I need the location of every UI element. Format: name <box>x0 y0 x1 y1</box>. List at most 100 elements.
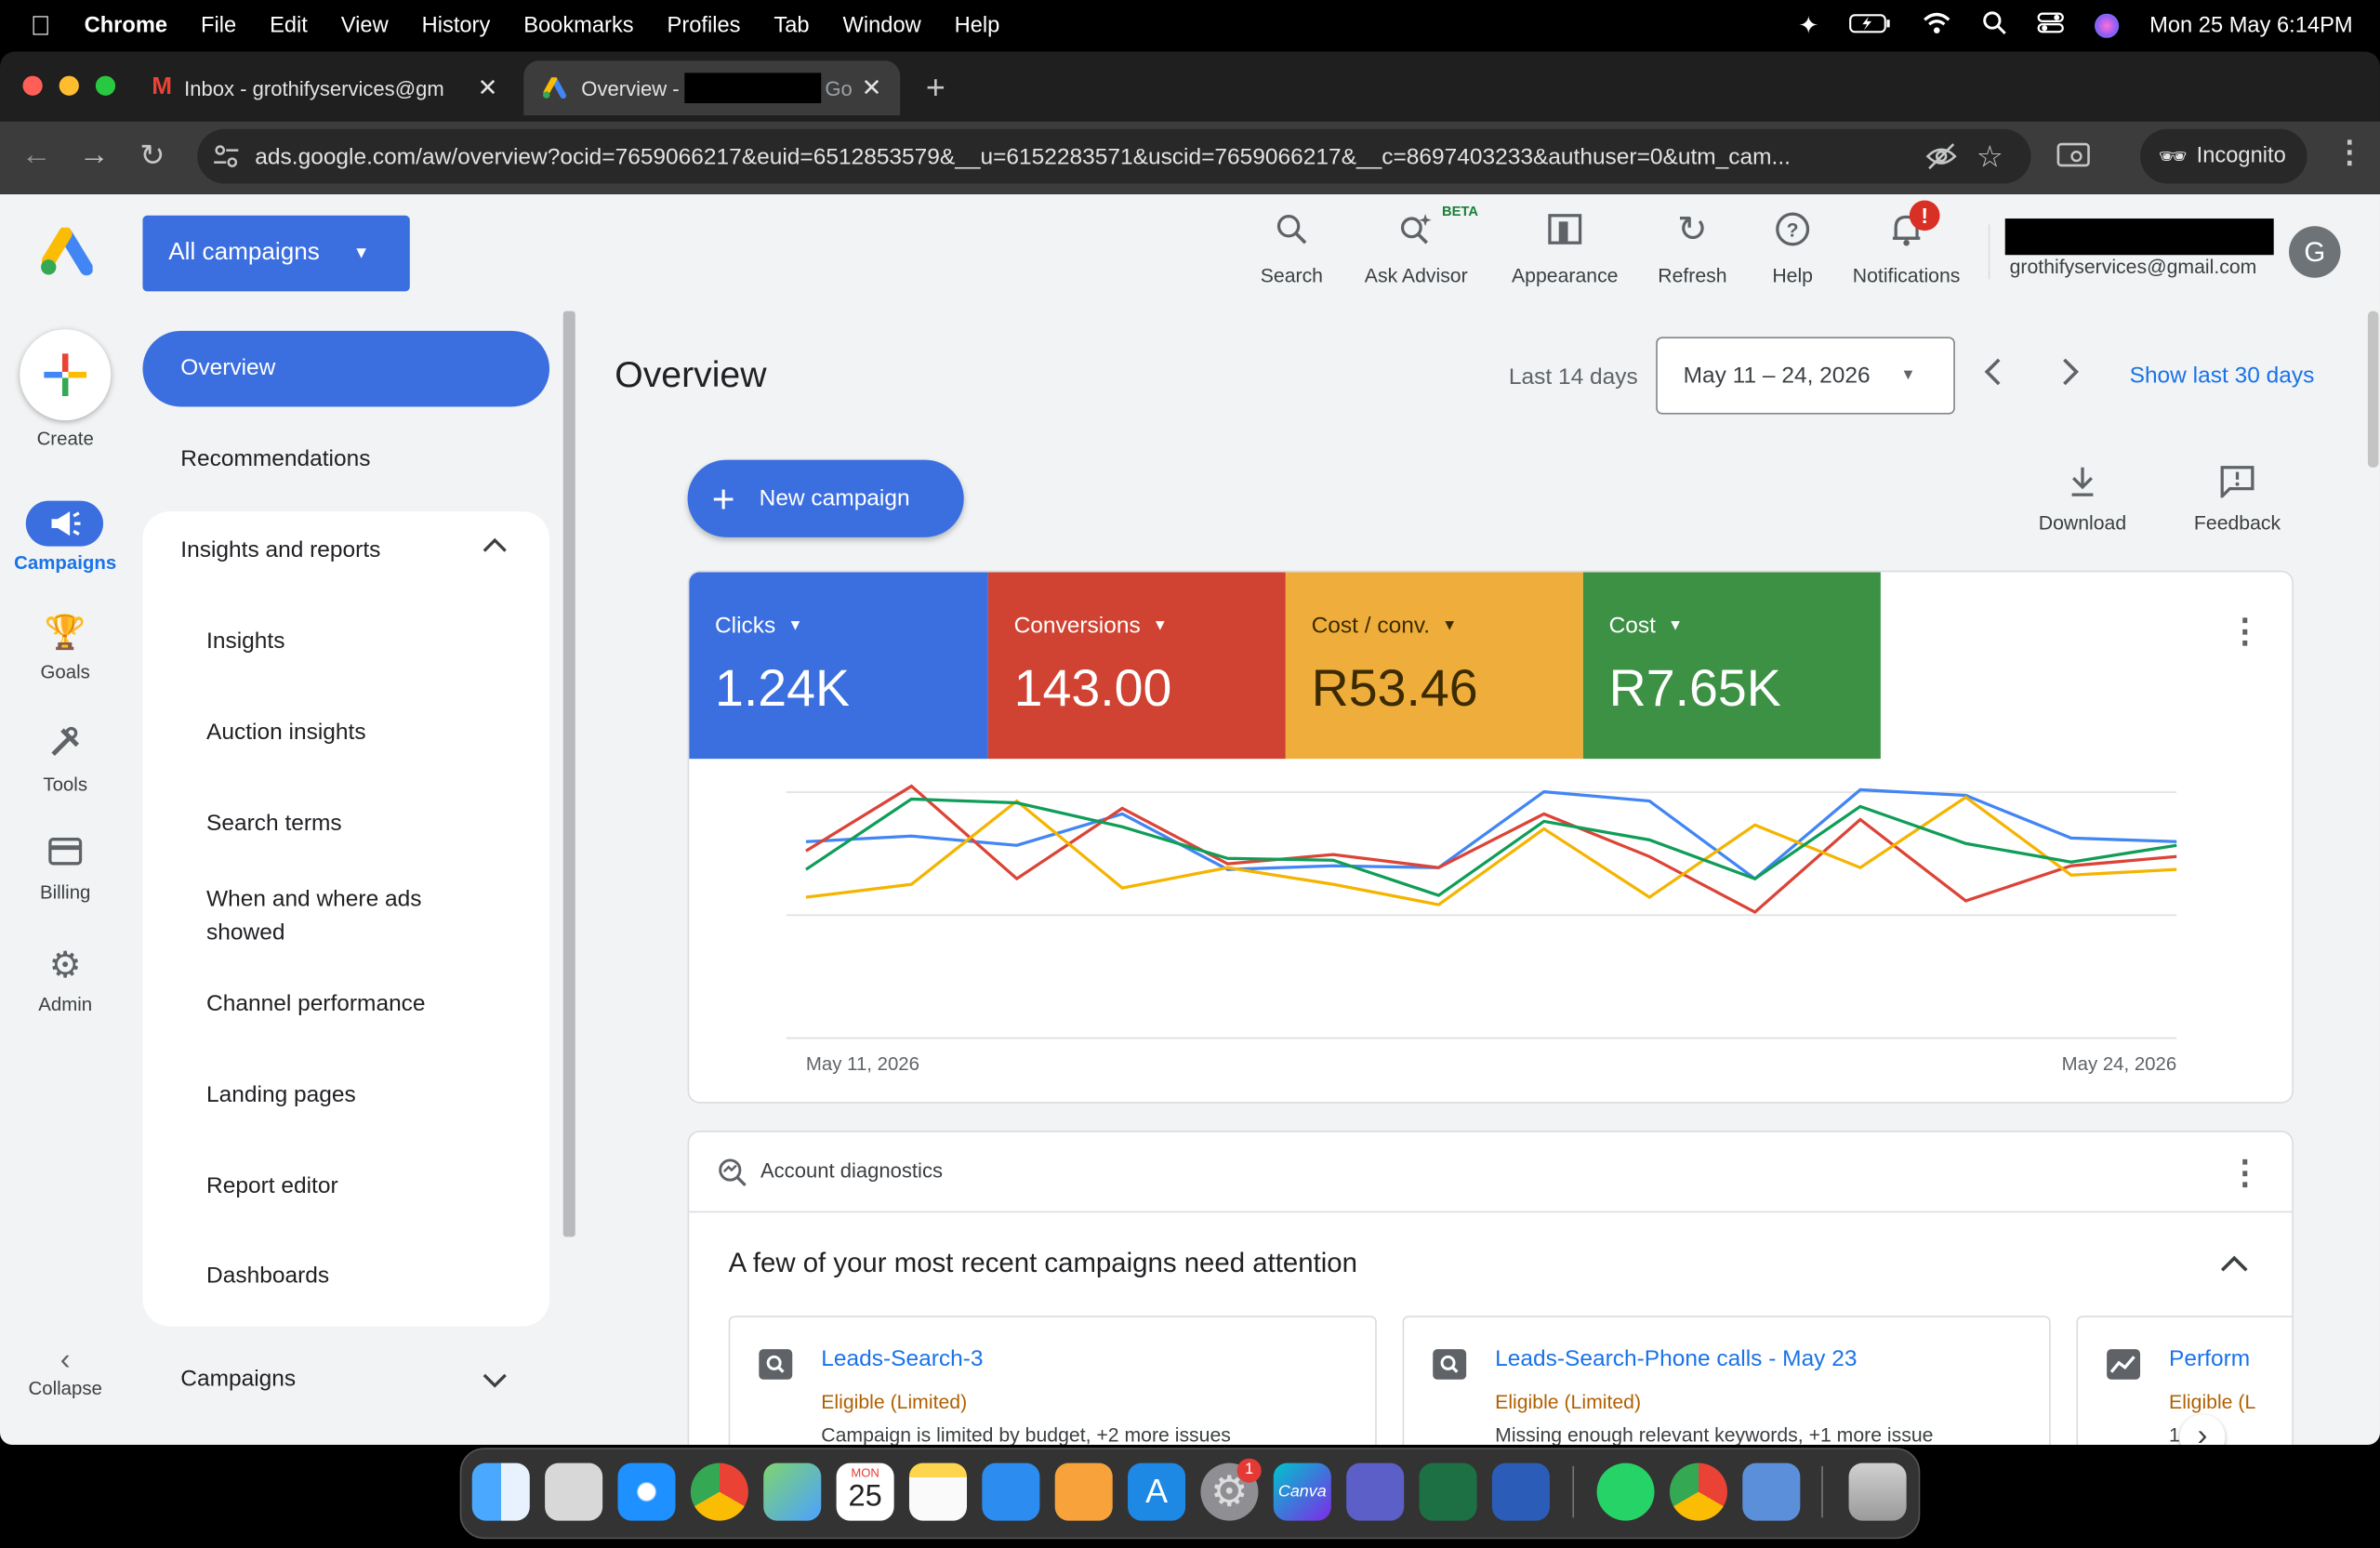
trash-icon[interactable] <box>1848 1462 1907 1521</box>
google-ads-logo-icon[interactable] <box>38 227 93 276</box>
new-tab-button[interactable]: + <box>907 60 963 115</box>
nav-campaigns[interactable]: Campaigns <box>180 1366 296 1392</box>
campaign-issue-card[interactable]: Leads-Search-Phone calls - May 23 Eligib… <box>1402 1316 2051 1445</box>
window-minimize-button[interactable] <box>59 75 79 96</box>
chevron-up-icon[interactable] <box>482 535 509 562</box>
chrome-incognito-icon[interactable] <box>1669 1462 1727 1521</box>
finder-icon[interactable] <box>471 1462 530 1521</box>
battery-icon[interactable] <box>1849 12 1892 39</box>
whatsapp-icon[interactable] <box>1596 1462 1655 1521</box>
chrome-menu-icon[interactable]: ⋮ <box>2334 134 2365 172</box>
excel-icon[interactable] <box>1419 1462 1477 1521</box>
incognito-indicator[interactable]: 🕶 Incognito <box>2140 128 2307 184</box>
nav-insights-and-reports[interactable]: Insights and reports <box>180 537 380 563</box>
sparkle-icon[interactable]: ✦ <box>1798 10 1818 41</box>
nav-dashboards[interactable]: Dashboards <box>206 1263 329 1289</box>
tab-close-icon[interactable]: ✕ <box>478 73 498 103</box>
nav-landing-pages[interactable]: Landing pages <box>206 1082 356 1108</box>
campaign-name-link[interactable]: Perform <box>2169 1346 2250 1372</box>
forward-icon[interactable]: → <box>79 139 110 174</box>
search-button[interactable]: Search <box>1231 206 1353 287</box>
siri-icon[interactable] <box>2095 13 2120 38</box>
metric-cost[interactable]: Cost ▼ R7.65K <box>1582 572 1881 760</box>
billing-rail-item[interactable]: Billing <box>0 835 130 903</box>
tab-overview[interactable]: Overview - Go ✕ <box>523 60 901 116</box>
menu-history[interactable]: History <box>422 14 491 38</box>
nav-search-terms[interactable]: Search terms <box>206 811 342 837</box>
metric-cost-per-conversion[interactable]: Cost / conv. ▼ R53.46 <box>1285 572 1583 760</box>
calendar-icon[interactable]: MON 25 <box>836 1462 894 1521</box>
app-store-icon[interactable]: A <box>1128 1462 1186 1521</box>
menu-bookmarks[interactable]: Bookmarks <box>523 14 633 38</box>
next-period-icon[interactable] <box>2060 355 2082 396</box>
window-zoom-button[interactable] <box>95 75 116 96</box>
window-close-button[interactable] <box>22 75 43 96</box>
menu-profiles[interactable]: Profiles <box>668 14 741 38</box>
keynote-icon[interactable] <box>982 1462 1040 1521</box>
notes-icon[interactable] <box>908 1462 967 1521</box>
nav-report-editor[interactable]: Report editor <box>206 1173 338 1199</box>
goals-rail-item[interactable]: 🏆 Goals <box>0 613 130 682</box>
nav-scrollbar[interactable] <box>562 311 575 1237</box>
chevron-up-icon[interactable] <box>2219 1253 2250 1280</box>
create-button[interactable] <box>20 329 112 421</box>
menu-app-name[interactable]: Chrome <box>85 14 167 38</box>
series-line-cost-conv[interactable] <box>805 795 2177 906</box>
tab-inbox[interactable]: M Inbox - grothifyservices@gm ✕ <box>134 60 516 115</box>
previous-period-icon[interactable] <box>1982 355 2003 396</box>
metric-conversions[interactable]: Conversions ▼ 143.00 <box>987 572 1286 760</box>
metric-clicks[interactable]: Clicks ▼ 1.24K <box>689 572 988 760</box>
menu-view[interactable]: View <box>341 14 389 38</box>
apple-icon[interactable]:  <box>31 10 51 42</box>
collapse-button[interactable]: ‹ Collapse <box>0 1343 130 1399</box>
nav-insights[interactable]: Insights <box>206 628 284 655</box>
nav-when-where-ads-showed[interactable]: When and where ads showed <box>206 883 465 950</box>
control-center-icon[interactable] <box>2037 10 2065 41</box>
teams-icon[interactable] <box>1346 1462 1405 1521</box>
word-icon[interactable] <box>1491 1462 1550 1521</box>
page-scrollbar[interactable] <box>2367 311 2379 468</box>
feedback-button[interactable]: Feedback <box>2183 464 2293 535</box>
maps-icon[interactable] <box>763 1462 822 1521</box>
chrome-icon[interactable] <box>690 1462 748 1521</box>
help-button[interactable]: ? Help <box>1732 206 1854 287</box>
show-last-30-days-link[interactable]: Show last 30 days <box>2130 363 2315 389</box>
launchpad-icon[interactable] <box>545 1462 603 1521</box>
tab-close-icon[interactable]: ✕ <box>862 73 882 103</box>
nav-auction-insights[interactable]: Auction insights <box>206 720 366 746</box>
nav-overview[interactable]: Overview <box>142 330 550 407</box>
menu-help[interactable]: Help <box>955 14 1000 38</box>
pages-icon[interactable] <box>1054 1462 1113 1521</box>
menu-edit[interactable]: Edit <box>270 14 308 38</box>
reload-icon[interactable]: ↻ <box>139 137 165 175</box>
new-campaign-button[interactable]: + New campaign <box>687 459 964 537</box>
campaigns-rail-pill[interactable] <box>25 500 104 547</box>
spotlight-search-icon[interactable] <box>1983 10 2007 41</box>
admin-rail-item[interactable]: ⚙ Admin <box>0 944 130 1015</box>
back-icon[interactable]: ← <box>21 139 52 174</box>
canva-icon[interactable]: Canva <box>1273 1462 1331 1521</box>
campaign-name-link[interactable]: Leads-Search-3 <box>821 1346 983 1372</box>
site-info-icon[interactable] <box>213 142 240 176</box>
menu-tab[interactable]: Tab <box>774 14 809 38</box>
download-button[interactable]: Download <box>2030 464 2135 535</box>
privacy-app-icon[interactable] <box>1742 1462 1801 1521</box>
campaign-selector[interactable]: All campaigns ▼ <box>142 215 410 292</box>
menu-window[interactable]: Window <box>843 14 921 38</box>
address-bar[interactable]: ads.google.com/aw/overview?ocid=76590662… <box>197 128 2031 184</box>
avatar[interactable]: G <box>2289 226 2341 278</box>
account-email[interactable]: grothifyservices@gmail.com <box>2010 255 2257 277</box>
menubar-clock[interactable]: Mon 25 May 6:14PM <box>2149 14 2352 38</box>
performance-line-chart[interactable]: May 11, 2026 May 24, 2026 <box>689 759 2292 1102</box>
ask-advisor-button[interactable]: Ask Advisor BETA <box>1355 204 1478 287</box>
nav-recommendations[interactable]: Recommendations <box>180 446 370 472</box>
eye-off-icon[interactable] <box>1924 141 1958 178</box>
chevron-down-icon[interactable] <box>482 1370 509 1397</box>
more-options-icon[interactable]: ⋮ <box>2228 612 2262 651</box>
safari-icon[interactable] <box>617 1462 676 1521</box>
campaign-issue-card[interactable]: Leads-Search-3 Eligible (Limited) Campai… <box>728 1316 1377 1445</box>
campaign-name-link[interactable]: Leads-Search-Phone calls - May 23 <box>1495 1346 1857 1372</box>
more-options-icon[interactable]: ⋮ <box>2228 1154 2262 1193</box>
notifications-button[interactable]: Notifications ! <box>1840 200 1974 287</box>
appearance-button[interactable]: Appearance <box>1504 206 1626 287</box>
